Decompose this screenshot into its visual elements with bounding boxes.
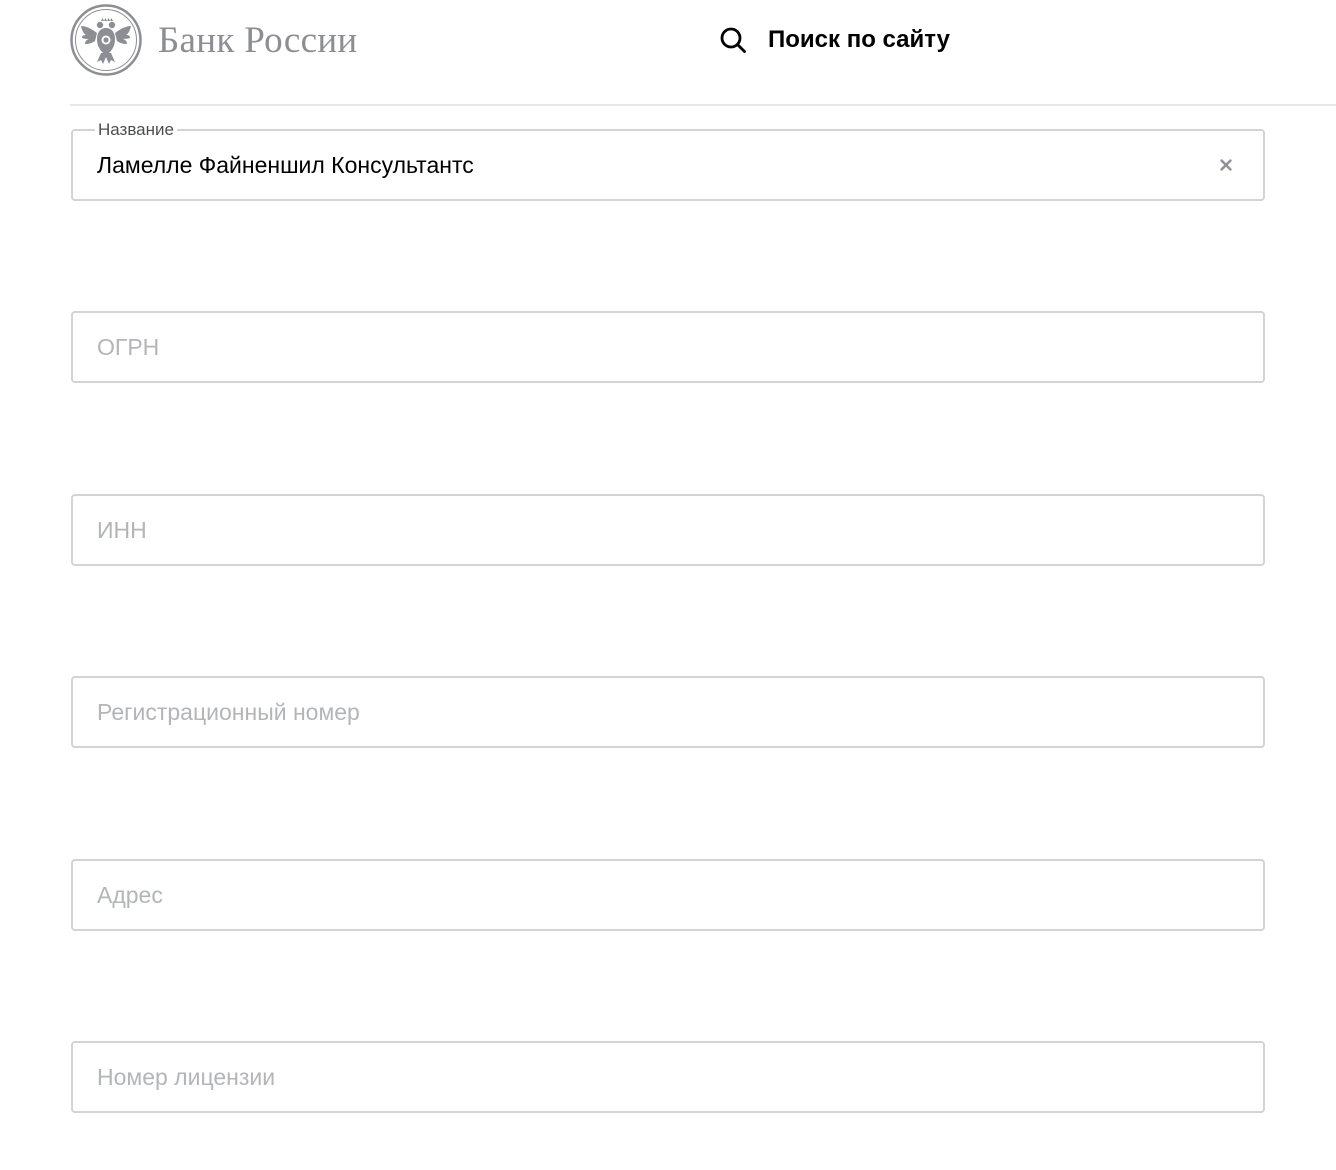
bank-logo-link[interactable]: Банк России [70, 4, 358, 76]
inn-field [71, 494, 1265, 566]
site-search-button[interactable]: Поиск по сайту [719, 22, 950, 58]
inn-input[interactable] [97, 496, 1207, 564]
site-header: Банк России Поиск по сайту [0, 0, 1336, 106]
search-icon [720, 27, 746, 53]
brand-name: Банк России [158, 19, 358, 61]
eagle-emblem-icon [70, 4, 142, 76]
ogrn-input[interactable] [97, 313, 1207, 381]
reg-number-input[interactable] [97, 678, 1207, 746]
name-input[interactable] [97, 131, 1207, 199]
license-number-input[interactable] [97, 1043, 1207, 1111]
clear-name-button[interactable] [1217, 156, 1235, 174]
header-divider [70, 104, 1336, 106]
search-label: Поиск по сайту [768, 26, 950, 53]
address-input[interactable] [97, 861, 1207, 929]
close-icon [1220, 159, 1232, 171]
reg-number-field [71, 676, 1265, 748]
address-field [71, 859, 1265, 931]
license-number-field [71, 1041, 1265, 1113]
ogrn-field [71, 311, 1265, 383]
name-field: Название [71, 120, 1265, 201]
